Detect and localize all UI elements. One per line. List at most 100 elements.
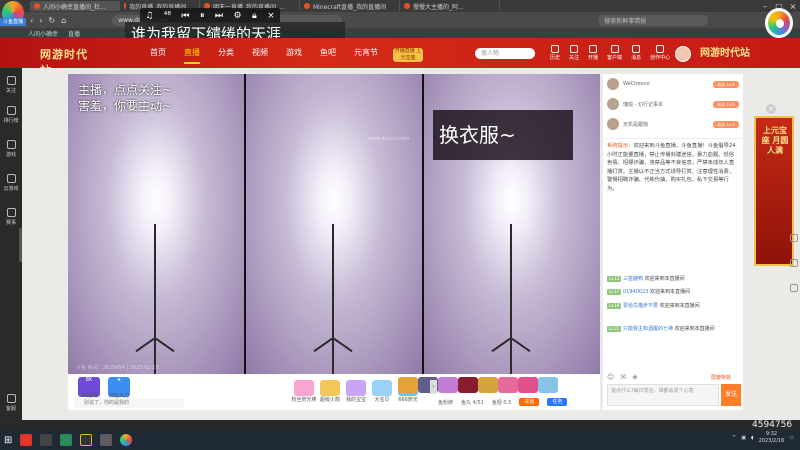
app-icon[interactable] (100, 434, 113, 446)
send-button[interactable]: 发送 (721, 384, 741, 406)
nav-category[interactable]: 分类 (218, 47, 234, 58)
forward-icon[interactable]: › (39, 16, 42, 25)
windows-start-icon[interactable]: ⊞ (4, 435, 12, 446)
gift-item[interactable] (518, 377, 538, 393)
charge-button[interactable]: 充值 (519, 398, 540, 406)
follow-button[interactable]: 关注 (569, 45, 579, 61)
fans-label[interactable]: 鱼粉牌 (438, 399, 453, 406)
gift-item[interactable] (438, 377, 458, 393)
top-icon[interactable] (790, 284, 798, 292)
browser-search-input[interactable]: 搜索新鲜事情报 (598, 14, 709, 26)
gift-item[interactable]: 超级火箭 (320, 380, 340, 403)
reload-icon[interactable]: ↻ (48, 16, 55, 25)
rank-row[interactable]: 天凯是跟狗 粉丝 Lv.5 (607, 116, 739, 132)
color-wheel-icon[interactable] (765, 8, 793, 38)
video-player[interactable]: 主播，点点关注~ 害羞，你要主动~ www.douyu.com 换衣服~ 斗鱼 … (68, 74, 600, 374)
gift-item[interactable]: 我的宝宝 (346, 380, 366, 403)
emoji-icon[interactable]: ☺ (607, 373, 614, 381)
volume-icon[interactable]: ◖ (751, 435, 754, 441)
home-icon[interactable]: ⌂ (61, 16, 66, 25)
creator-center-button[interactable]: 创作中心 (650, 45, 670, 61)
minimize-icon[interactable]: – (758, 2, 772, 11)
history-button[interactable]: 历史 (550, 45, 560, 61)
settings-icon[interactable]: ⚙ (233, 11, 241, 21)
gift-item[interactable]: 大宝贝 (372, 380, 392, 403)
close-icon[interactable]: × (267, 11, 275, 21)
tray-up-icon[interactable]: ^ (732, 435, 736, 441)
chat-username[interactable]: 三蓝鹿鸭 (623, 276, 643, 282)
cloud-icon (6, 174, 16, 183)
nav-game[interactable]: 游戏 (286, 47, 302, 58)
browser-tab[interactable]: Minecraft直播_我的直播间 (300, 1, 400, 11)
rail-service[interactable]: 客服 (0, 394, 22, 412)
app-icon[interactable] (80, 434, 93, 446)
messages-button[interactable]: 消息 (631, 45, 641, 61)
browser-tab-bar: 人间小确幸直播间_杜... 我的直播_我的直播间_... 明天一直播_我的直播间… (0, 0, 800, 12)
notification-icon[interactable]: ▭ (789, 435, 794, 441)
rank-row[interactable]: WeCheeno 粉丝 Lv.8 (607, 76, 739, 92)
activity-button[interactable]: 8K 3K活动 (78, 377, 100, 399)
app-icon[interactable] (20, 434, 33, 446)
chevron-right-icon[interactable]: › (430, 380, 437, 394)
close-icon[interactable]: × (766, 104, 776, 114)
avatar[interactable] (675, 46, 691, 62)
next-icon[interactable]: ⏭ (215, 11, 223, 21)
browser-tab[interactable]: 慢慢大主播的_阿... (400, 1, 500, 11)
nav-fishbar[interactable]: 鱼吧 (320, 47, 336, 58)
activity-badge: 8K (85, 377, 93, 383)
gift-item[interactable] (498, 377, 518, 393)
nav-festival[interactable]: 元宵节 (354, 47, 378, 58)
gift-item[interactable] (478, 377, 498, 393)
rail-events[interactable]: 赛事 (0, 208, 22, 226)
chat-username[interactable]: 只能我主和酒醒的七神 (623, 326, 673, 332)
boost-button[interactable]: ★ 开始大力 (108, 377, 130, 399)
rail-game[interactable]: 游戏 (0, 140, 22, 158)
download-icon (610, 45, 619, 53)
gift-icon[interactable]: ✉ (620, 373, 626, 381)
header-promo[interactable]: 网游时代站 (700, 44, 765, 62)
lock-icon[interactable]: 🔒︎ (252, 11, 257, 21)
browser-tab[interactable]: 人间小确幸直播间_杜... (30, 1, 120, 11)
promo-badge[interactable]: 开播直播 上元宝座 (393, 48, 423, 62)
start-live-button[interactable]: 开播 (588, 45, 598, 61)
site-logo[interactable]: 网游时代站 (40, 46, 92, 77)
client-button[interactable]: 客户端 (607, 45, 622, 61)
browser-app-icon[interactable] (120, 434, 133, 446)
nav-home[interactable]: 首页 (150, 47, 166, 58)
ad-banner[interactable]: 上元宝座 月圆人满 (754, 116, 794, 266)
nav-live[interactable]: 直播 (184, 47, 200, 64)
gift-item[interactable]: 粉丝荧光棒 (291, 380, 317, 403)
network-icon[interactable]: ▣ (741, 435, 746, 441)
stand-leg (491, 337, 511, 353)
task-button[interactable]: 任务 (547, 398, 568, 406)
rail-rank[interactable]: 排行榜 (0, 106, 22, 124)
app-icon[interactable] (60, 434, 73, 446)
rail-cloud-game[interactable]: 云游戏 (0, 174, 22, 192)
previous-icon[interactable]: ⏮ (181, 11, 189, 21)
site-search-input[interactable]: 搜人物 (475, 48, 535, 59)
heart-icon (6, 76, 16, 85)
rank-row[interactable]: 瑰瑜 - 幻行记事本 粉丝 Lv.6 (607, 96, 739, 112)
chat-mode-icon[interactable]: ◈ (632, 373, 637, 381)
lyrics-icon[interactable]: ⁴⁸ (164, 11, 171, 21)
rail-follow[interactable]: 关注 (0, 76, 22, 94)
chat-username[interactable]: 爱给鸟猫步不要 (623, 303, 658, 309)
gift-item[interactable] (538, 377, 558, 393)
danmaku-preview[interactable]: 别说了，你的是我的 (74, 398, 184, 408)
app-icon[interactable] (40, 434, 53, 446)
chat-input[interactable]: 说点什么?每日发言，谁都会发个心意 (607, 384, 719, 406)
block-effects-toggle[interactable]: 屏蔽特效 (711, 374, 731, 381)
close-icon[interactable]: × (786, 2, 800, 11)
nav-video[interactable]: 视频 (252, 47, 268, 58)
gift-item[interactable] (458, 377, 478, 393)
share-icon[interactable] (790, 234, 798, 242)
rail-label: 游戏 (5, 152, 16, 158)
clock[interactable]: 9:32 2023/2/16 (759, 431, 785, 445)
back-icon[interactable]: ‹ (30, 16, 33, 25)
pause-icon[interactable]: ⏸ (200, 11, 205, 21)
bookmark-item[interactable]: 人间小确幸 (28, 29, 58, 38)
bookmark-item[interactable]: 直播 (68, 29, 80, 38)
gift-item[interactable] (398, 377, 418, 393)
chat-username[interactable]: 01940023 (623, 289, 648, 295)
mobile-icon[interactable] (790, 259, 798, 267)
